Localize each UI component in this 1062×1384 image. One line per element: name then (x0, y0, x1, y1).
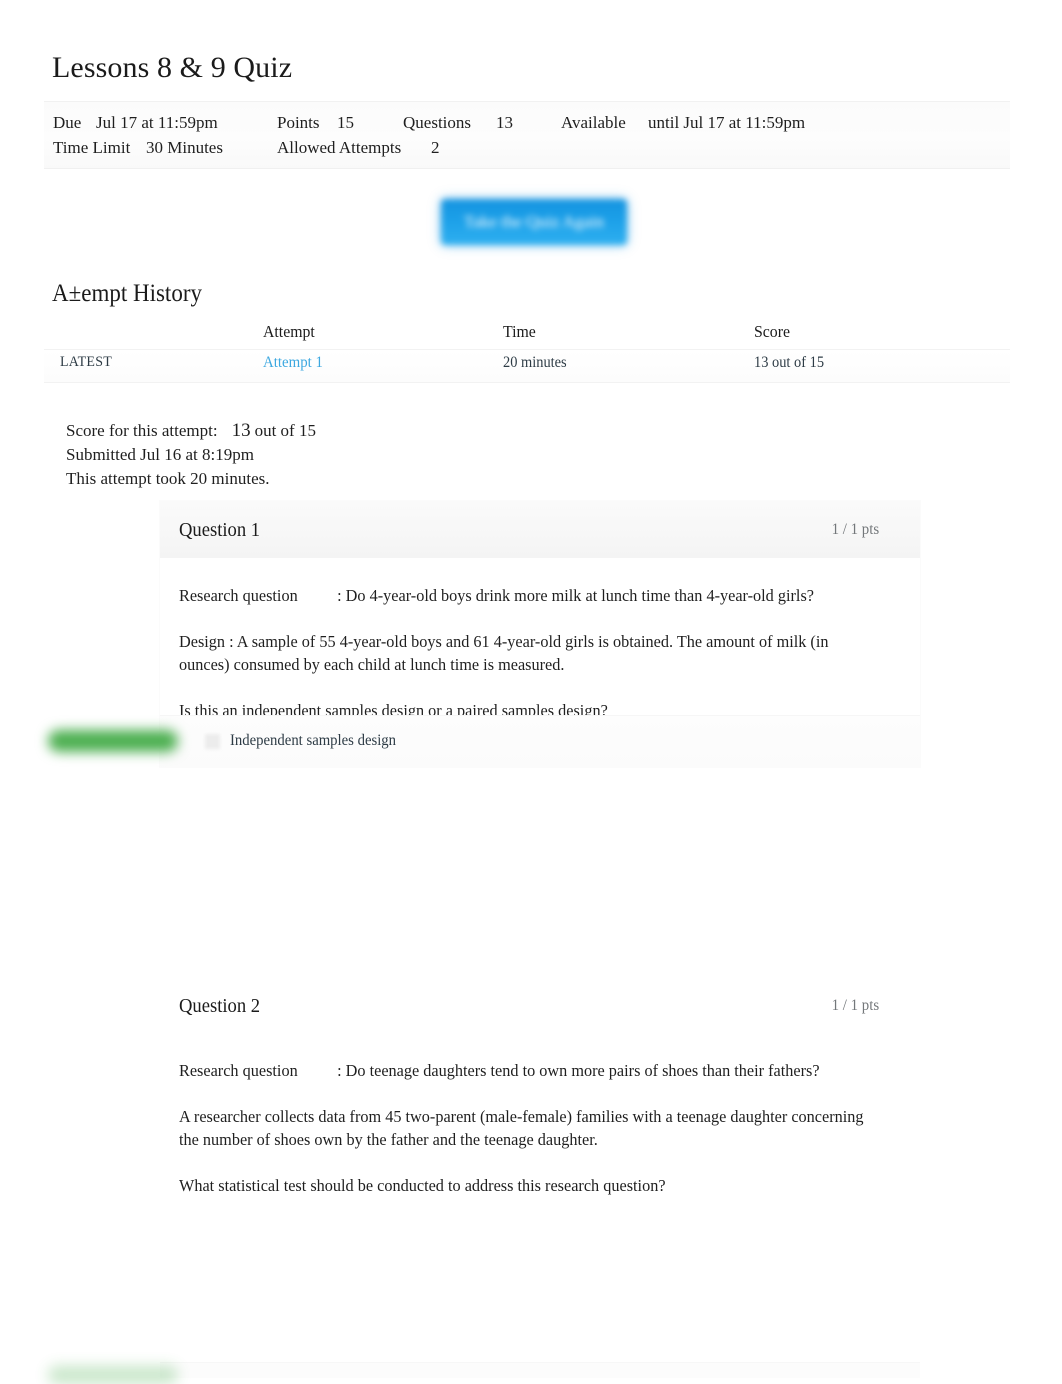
attempt-summary: Score for this attempt: 13 out of 15 Submi… (66, 419, 316, 491)
questions-label: Questions (403, 113, 471, 132)
question-card-1: Question 1 1 / 1 pts Research question : … (160, 501, 920, 768)
radio-button-icon[interactable] (205, 734, 220, 749)
column-header-attempt: Attempt (263, 322, 315, 341)
research-question-text: : Do teenage daughters tend to own more … (337, 1061, 820, 1080)
question-2-research-line: Research question : Do teenage daughters … (179, 1059, 879, 1082)
question-1-title: Question 1 (179, 519, 261, 541)
points-value: 15 (337, 113, 354, 132)
attempt-history-table: Attempt Time Score LATEST Attempt 1 20 m… (44, 320, 1010, 383)
quiz-meta-row-1: Due Jul 17 at 11:59pm Points 15 Question… (44, 110, 1010, 135)
due-value: Jul 17 at 11:59pm (96, 113, 218, 132)
question-1-header: Question 1 1 / 1 pts (160, 501, 920, 558)
question-2-body: Research question : Do teenage daughters … (160, 1033, 920, 1197)
attempt-time-value: 20 minutes (503, 354, 567, 371)
question-2-title: Question 2 (179, 995, 261, 1017)
score-label: Score for this attempt: (66, 421, 218, 440)
question-1-points: 1 / 1 pts (831, 521, 879, 538)
latest-badge: LATEST (60, 354, 113, 370)
question-1-research-line: Research question : Do 4-year-old boys dr… (179, 584, 879, 607)
score-total: out of 15 (254, 421, 316, 440)
question-1-design-text: Design : A sample of 55 4-year-old boys … (179, 632, 829, 674)
research-question-label: Research question (179, 586, 298, 605)
column-header-time: Time (503, 322, 536, 341)
score-for-this-attempt-line: Score for this attempt: 13 out of 15 (66, 419, 316, 443)
available-value: until Jul 17 at 11:59pm (648, 113, 806, 132)
question-card-2: Question 2 1 / 1 pts Research question : … (160, 977, 920, 1377)
question-1-selected-answer: Independent samples design (230, 732, 397, 749)
quiz-meta-band: Due Jul 17 at 11:59pm Points 15 Question… (44, 101, 1010, 169)
next-correct-status-badge-peek (48, 1366, 178, 1384)
question-1-body: Research question : Do 4-year-old boys dr… (160, 558, 920, 722)
question-2-prompt: What statistical test should be conducte… (179, 1176, 666, 1195)
questions-value: 13 (496, 113, 513, 132)
question-2-design-text: A researcher collects data from 45 two-p… (179, 1107, 864, 1149)
submitted-line: Submitted Jul 16 at 8:19pm (66, 445, 254, 464)
score-value: 13 (231, 420, 251, 441)
question-2-header: Question 2 1 / 1 pts (160, 977, 920, 1033)
attempt-1-link[interactable]: Attempt 1 (263, 354, 323, 372)
question-1-answer-row[interactable]: Independent samples design (160, 715, 920, 768)
attempt-history-heading: A±empt History (52, 280, 202, 307)
research-question-label: Research question (179, 1061, 298, 1080)
column-header-score: Score (754, 322, 791, 341)
duration-line: This attempt took 20 minutes. (66, 469, 270, 488)
next-answer-row-peek (160, 1362, 920, 1378)
allowed-attempts-label: Allowed Attempts (277, 138, 402, 157)
table-header-row: Attempt Time Score (44, 320, 1010, 349)
time-limit-value: 30 Minutes (146, 138, 223, 157)
allowed-attempts-value: 2 (431, 138, 440, 157)
points-label: Points (277, 113, 320, 132)
due-label: Due (53, 113, 82, 132)
question-2-points: 1 / 1 pts (831, 997, 879, 1014)
correct-status-badge (48, 730, 178, 752)
retake-quiz-button-wrapper: Take the Quiz Again (441, 199, 627, 245)
page-title: Lessons 8 & 9 Quiz (52, 51, 293, 84)
time-limit-label: Time Limit (53, 138, 131, 157)
quiz-meta-row-2: Time Limit 30 Minutes Allowed Attempts 2 (44, 135, 1010, 160)
take-the-quiz-again-button[interactable]: Take the Quiz Again (441, 199, 627, 245)
table-row: LATEST Attempt 1 20 minutes 13 out of 15 (44, 349, 1010, 383)
available-label: Available (561, 113, 626, 132)
attempt-score-value: 13 out of 15 (754, 354, 825, 371)
research-question-text: : Do 4-year-old boys drink more milk at … (337, 586, 814, 605)
quiz-results-page: Lessons 8 & 9 Quiz Due Jul 17 at 11:59pm… (0, 0, 1062, 1384)
